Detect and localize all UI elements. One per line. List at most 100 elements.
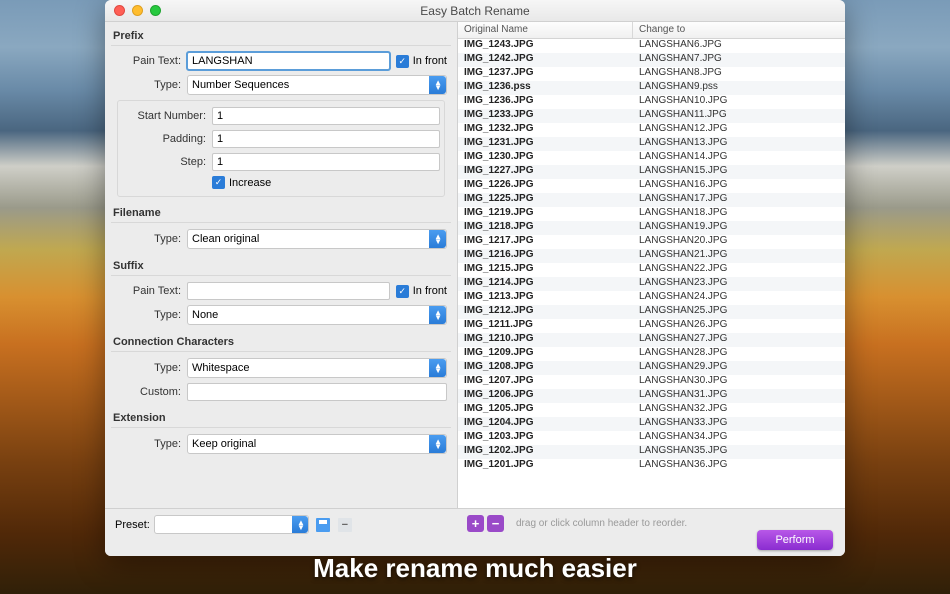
add-button[interactable]: + xyxy=(467,515,484,532)
extension-type-select[interactable]: Keep original▲▼ xyxy=(187,434,447,454)
increase-checkbox[interactable]: ✓ xyxy=(212,176,225,189)
original-name-cell: IMG_1213.JPG xyxy=(458,291,633,305)
original-name-cell: IMG_1205.JPG xyxy=(458,403,633,417)
table-row[interactable]: IMG_1210.JPGLANGSHAN27.JPG xyxy=(458,333,845,347)
suffix-text-input[interactable] xyxy=(187,282,390,300)
filename-heading: Filename xyxy=(111,203,451,223)
original-name-cell: IMG_1202.JPG xyxy=(458,445,633,459)
original-name-cell: IMG_1212.JPG xyxy=(458,305,633,319)
table-row[interactable]: IMG_1232.JPGLANGSHAN12.JPG xyxy=(458,123,845,137)
table-row[interactable]: IMG_1205.JPGLANGSHAN32.JPG xyxy=(458,403,845,417)
suffix-text-label: Pain Text: xyxy=(115,285,187,297)
table-row[interactable]: IMG_1208.JPGLANGSHAN29.JPG xyxy=(458,361,845,375)
table-row[interactable]: IMG_1209.JPGLANGSHAN28.JPG xyxy=(458,347,845,361)
change-to-cell: LANGSHAN19.JPG xyxy=(633,221,845,235)
padding-input[interactable] xyxy=(212,130,440,148)
original-name-cell: IMG_1206.JPG xyxy=(458,389,633,403)
change-to-cell: LANGSHAN21.JPG xyxy=(633,249,845,263)
original-name-cell: IMG_1207.JPG xyxy=(458,375,633,389)
table-row[interactable]: IMG_1204.JPGLANGSHAN33.JPG xyxy=(458,417,845,431)
change-to-cell: LANGSHAN33.JPG xyxy=(633,417,845,431)
prefix-text-input[interactable] xyxy=(187,52,390,70)
change-to-cell: LANGSHAN31.JPG xyxy=(633,389,845,403)
remove-button[interactable]: − xyxy=(487,515,504,532)
connection-type-select[interactable]: Whitespace▲▼ xyxy=(187,358,447,378)
suffix-infront-label: In front xyxy=(413,285,447,297)
table-row[interactable]: IMG_1237.JPGLANGSHAN8.JPG xyxy=(458,67,845,81)
table-row[interactable]: IMG_1226.JPGLANGSHAN16.JPG xyxy=(458,179,845,193)
original-name-cell: IMG_1232.JPG xyxy=(458,123,633,137)
config-panel: Prefix Pain Text: ✓ In front Type: Numbe… xyxy=(105,22,457,508)
original-name-cell: IMG_1211.JPG xyxy=(458,319,633,333)
file-rows[interactable]: IMG_1243.JPGLANGSHAN6.JPGIMG_1242.JPGLAN… xyxy=(458,39,845,508)
table-row[interactable]: IMG_1212.JPGLANGSHAN25.JPG xyxy=(458,305,845,319)
change-to-cell: LANGSHAN24.JPG xyxy=(633,291,845,305)
connection-custom-input[interactable] xyxy=(187,383,447,401)
original-name-cell: IMG_1215.JPG xyxy=(458,263,633,277)
titlebar[interactable]: Easy Batch Rename xyxy=(105,0,845,22)
marketing-caption: Make rename much easier xyxy=(0,553,950,584)
change-to-cell: LANGSHAN32.JPG xyxy=(633,403,845,417)
table-row[interactable]: IMG_1217.JPGLANGSHAN20.JPG xyxy=(458,235,845,249)
change-to-cell: LANGSHAN23.JPG xyxy=(633,277,845,291)
change-to-cell: LANGSHAN20.JPG xyxy=(633,235,845,249)
delete-preset-icon[interactable]: − xyxy=(337,517,353,533)
connection-custom-label: Custom: xyxy=(115,386,187,398)
suffix-type-label: Type: xyxy=(115,309,187,321)
table-row[interactable]: IMG_1219.JPGLANGSHAN18.JPG xyxy=(458,207,845,221)
table-row[interactable]: IMG_1213.JPGLANGSHAN24.JPG xyxy=(458,291,845,305)
preset-select[interactable]: ▲▼ xyxy=(154,515,309,534)
change-to-cell: LANGSHAN26.JPG xyxy=(633,319,845,333)
table-row[interactable]: IMG_1230.JPGLANGSHAN14.JPG xyxy=(458,151,845,165)
table-row[interactable]: IMG_1236.pssLANGSHAN9.pss xyxy=(458,81,845,95)
table-row[interactable]: IMG_1231.JPGLANGSHAN13.JPG xyxy=(458,137,845,151)
table-row[interactable]: IMG_1206.JPGLANGSHAN31.JPG xyxy=(458,389,845,403)
table-row[interactable]: IMG_1236.JPGLANGSHAN10.JPG xyxy=(458,95,845,109)
table-row[interactable]: IMG_1211.JPGLANGSHAN26.JPG xyxy=(458,319,845,333)
column-change-to[interactable]: Change to xyxy=(633,22,845,38)
change-to-cell: LANGSHAN14.JPG xyxy=(633,151,845,165)
table-row[interactable]: IMG_1242.JPGLANGSHAN7.JPG xyxy=(458,53,845,67)
original-name-cell: IMG_1242.JPG xyxy=(458,53,633,67)
change-to-cell: LANGSHAN17.JPG xyxy=(633,193,845,207)
change-to-cell: LANGSHAN27.JPG xyxy=(633,333,845,347)
table-row[interactable]: IMG_1243.JPGLANGSHAN6.JPG xyxy=(458,39,845,53)
change-to-cell: LANGSHAN25.JPG xyxy=(633,305,845,319)
column-original-name[interactable]: Original Name xyxy=(458,22,633,38)
table-row[interactable]: IMG_1233.JPGLANGSHAN11.JPG xyxy=(458,109,845,123)
start-number-input[interactable] xyxy=(212,107,440,125)
suffix-infront-checkbox[interactable]: ✓ xyxy=(396,285,409,298)
table-row[interactable]: IMG_1225.JPGLANGSHAN17.JPG xyxy=(458,193,845,207)
table-row[interactable]: IMG_1215.JPGLANGSHAN22.JPG xyxy=(458,263,845,277)
filename-type-label: Type: xyxy=(115,233,187,245)
save-preset-icon[interactable] xyxy=(315,517,331,533)
prefix-type-select[interactable]: Number Sequences▲▼ xyxy=(187,75,447,95)
table-row[interactable]: IMG_1201.JPGLANGSHAN36.JPG xyxy=(458,459,845,473)
original-name-cell: IMG_1201.JPG xyxy=(458,459,633,473)
change-to-cell: LANGSHAN18.JPG xyxy=(633,207,845,221)
change-to-cell: LANGSHAN22.JPG xyxy=(633,263,845,277)
table-row[interactable]: IMG_1218.JPGLANGSHAN19.JPG xyxy=(458,221,845,235)
change-to-cell: LANGSHAN15.JPG xyxy=(633,165,845,179)
original-name-cell: IMG_1226.JPG xyxy=(458,179,633,193)
suffix-type-select[interactable]: None▲▼ xyxy=(187,305,447,325)
change-to-cell: LANGSHAN7.JPG xyxy=(633,53,845,67)
table-row[interactable]: IMG_1214.JPGLANGSHAN23.JPG xyxy=(458,277,845,291)
table-row[interactable]: IMG_1203.JPGLANGSHAN34.JPG xyxy=(458,431,845,445)
filename-type-select[interactable]: Clean original▲▼ xyxy=(187,229,447,249)
table-row[interactable]: IMG_1202.JPGLANGSHAN35.JPG xyxy=(458,445,845,459)
original-name-cell: IMG_1214.JPG xyxy=(458,277,633,291)
table-row[interactable]: IMG_1207.JPGLANGSHAN30.JPG xyxy=(458,375,845,389)
change-to-cell: LANGSHAN6.JPG xyxy=(633,39,845,53)
perform-button[interactable]: Perform xyxy=(757,530,833,550)
step-input[interactable] xyxy=(212,153,440,171)
prefix-infront-checkbox[interactable]: ✓ xyxy=(396,55,409,68)
change-to-cell: LANGSHAN8.JPG xyxy=(633,67,845,81)
change-to-cell: LANGSHAN16.JPG xyxy=(633,179,845,193)
start-number-label: Start Number: xyxy=(122,110,212,122)
original-name-cell: IMG_1218.JPG xyxy=(458,221,633,235)
table-row[interactable]: IMG_1227.JPGLANGSHAN15.JPG xyxy=(458,165,845,179)
table-row[interactable]: IMG_1216.JPGLANGSHAN21.JPG xyxy=(458,249,845,263)
change-to-cell: LANGSHAN30.JPG xyxy=(633,375,845,389)
change-to-cell: LANGSHAN13.JPG xyxy=(633,137,845,151)
